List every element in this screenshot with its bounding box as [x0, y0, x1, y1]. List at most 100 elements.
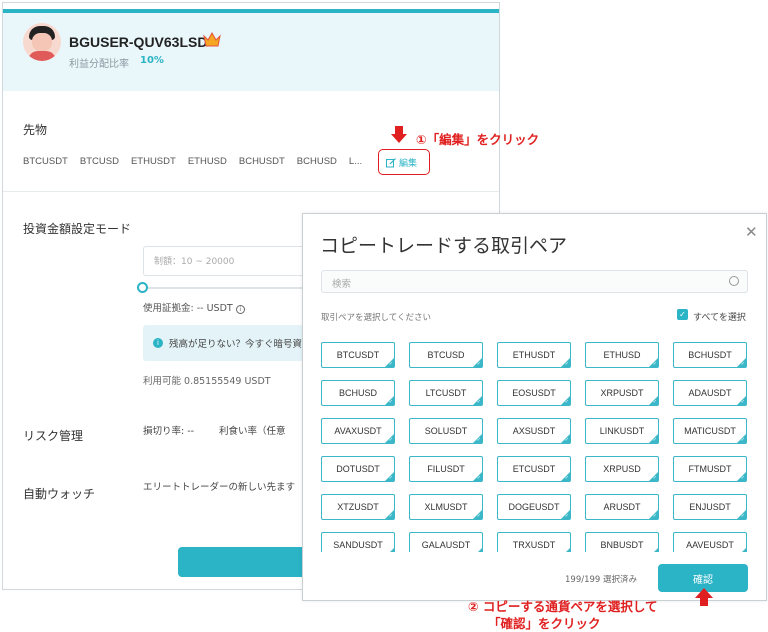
pair-option[interactable]: TRXUSDT ✓ — [497, 532, 571, 552]
check-icon: ✓ — [652, 361, 657, 367]
pair-grid: BTCUSDT ✓ BTCUSD ✓ ETHUSDT ✓ ETHUSD ✓ BCHUSDT ✓ BC… — [321, 342, 751, 552]
pair-option[interactable]: DOGEUSDT ✓ — [497, 494, 571, 520]
selected-pair: ETHUSDT — [130, 156, 176, 167]
pair-option[interactable]: FILUSDT ✓ — [409, 456, 483, 482]
section-divider — [3, 191, 499, 192]
check-icon: ✓ — [476, 399, 481, 405]
check-icon: ✓ — [653, 551, 657, 552]
check-icon: ✓ — [388, 437, 393, 443]
pair-option[interactable]: XRPUSD ✓ — [585, 456, 659, 482]
check-icon: ✓ — [477, 551, 481, 552]
avatar — [23, 23, 61, 61]
crown-badge-icon — [203, 32, 221, 47]
pair-option[interactable]: BCHUSD ✓ — [321, 380, 395, 406]
check-icon: ✓ — [476, 361, 481, 367]
info-icon: i — [235, 305, 245, 314]
pair-label: ETHUSD — [603, 350, 641, 360]
auto-watch-description: エリートトレーダーの新しい先ます — [143, 482, 296, 493]
pair-option[interactable]: BCHUSDT ✓ — [673, 342, 747, 368]
pair-option[interactable]: BNBUSDT ✓ — [585, 532, 659, 552]
pair-option[interactable]: EOSUSDT ✓ — [497, 380, 571, 406]
check-icon: ✓ — [740, 475, 745, 481]
pair-label: ETHUSDT — [512, 350, 556, 360]
pair-option[interactable]: SOLUSDT ✓ — [409, 418, 483, 444]
amount-slider-handle[interactable] — [137, 282, 148, 293]
pair-option[interactable]: AXSUSDT ✓ — [497, 418, 571, 444]
check-icon: ✓ — [388, 361, 393, 367]
username: BGUSER-QUV63LSD — [69, 34, 208, 50]
pair-label: BCHUSD — [338, 388, 377, 398]
check-icon: ✓ — [476, 437, 481, 443]
pair-label: LTCUSDT — [425, 388, 467, 398]
pair-label: BTCUSDT — [336, 350, 380, 360]
pair-label: FILUSDT — [427, 464, 465, 474]
check-icon: ✓ — [741, 551, 745, 552]
select-all-checkbox[interactable]: ✓ — [677, 309, 688, 320]
profit-share-label: 利益分配比率 — [69, 59, 129, 70]
pair-label: EOSUSDT — [512, 388, 556, 398]
selected-pair: ETHUSD — [187, 156, 227, 167]
pair-option[interactable]: ETHUSD ✓ — [585, 342, 659, 368]
selected-pair: BCHUSDT — [238, 156, 285, 167]
check-icon: ✓ — [652, 437, 657, 443]
pair-option[interactable]: ETCUSDT ✓ — [497, 456, 571, 482]
check-icon: ✓ — [476, 513, 481, 519]
modal-title: コピートレードする取引ペア — [320, 235, 568, 257]
pair-option[interactable]: ARUSDT ✓ — [585, 494, 659, 520]
pair-label: ADAUSDT — [688, 388, 732, 398]
pair-option[interactable]: XTZUSDT ✓ — [321, 494, 395, 520]
select-all-label[interactable]: すべてを選択 — [693, 310, 746, 323]
pair-option[interactable]: FTMUSDT ✓ — [673, 456, 747, 482]
pair-option[interactable]: AAVEUSDT ✓ — [673, 532, 747, 552]
pair-option[interactable]: DOTUSDT ✓ — [321, 456, 395, 482]
close-icon[interactable]: ✕ — [745, 223, 758, 241]
pair-label: FTMUSDT — [688, 464, 732, 474]
pair-label: AVAXUSDT — [334, 426, 382, 436]
take-profit-field[interactable]: 利食い率（任意 — [219, 423, 286, 437]
pair-label: XRPUSD — [603, 464, 641, 474]
check-icon: ✓ — [564, 361, 569, 367]
pair-option[interactable]: SANDUSDT ✓ — [321, 532, 395, 552]
pair-label: DOTUSDT — [336, 464, 380, 474]
pair-option[interactable]: XLMUSDT ✓ — [409, 494, 483, 520]
pair-option[interactable]: MATICUSDT ✓ — [673, 418, 747, 444]
pair-label: DOGEUSDT — [508, 502, 560, 512]
profit-share-value: 10% — [140, 55, 164, 66]
edit-pairs-button[interactable]: 編集 — [386, 156, 417, 169]
pair-option[interactable]: BTCUSDT ✓ — [321, 342, 395, 368]
investment-mode-label: 投資金額設定モード — [23, 222, 132, 236]
pair-label: TRXUSDT — [512, 540, 556, 550]
pair-option[interactable]: ENJUSDT ✓ — [673, 494, 747, 520]
pair-label: AXSUSDT — [512, 426, 556, 436]
check-icon: ✓ — [564, 399, 569, 405]
check-icon: ✓ — [740, 361, 745, 367]
margin-used-label: 使用証拠金: -- USDT i — [143, 300, 245, 314]
check-icon: ✓ — [565, 551, 569, 552]
annotation-step1: ①「編集」をクリック — [416, 132, 540, 147]
pair-option[interactable]: XRPUSDT ✓ — [585, 380, 659, 406]
pair-option[interactable]: ADAUSDT ✓ — [673, 380, 747, 406]
pair-label: ENJUSDT — [689, 502, 731, 512]
edit-label: 編集 — [399, 159, 418, 169]
pair-option[interactable]: LINKUSDT ✓ — [585, 418, 659, 444]
search-icon — [729, 276, 739, 286]
stop-loss-field[interactable]: 損切り率: -- — [143, 423, 194, 437]
pair-label: AAVEUSDT — [686, 540, 734, 550]
pair-label: ARUSDT — [603, 502, 641, 512]
check-icon: ✓ — [740, 399, 745, 405]
check-icon: ✓ — [740, 513, 745, 519]
selected-pair: BCHUSD — [296, 156, 337, 167]
pair-option[interactable]: ETHUSDT ✓ — [497, 342, 571, 368]
check-icon: ✓ — [388, 399, 393, 405]
trading-pairs-modal: コピートレードする取引ペア ✕ 検索 取引ペアを選択してください ✓ すべてを選… — [302, 213, 767, 601]
check-icon: ✓ — [388, 475, 393, 481]
pair-option[interactable]: BTCUSD ✓ — [409, 342, 483, 368]
pair-option[interactable]: LTCUSDT ✓ — [409, 380, 483, 406]
pair-option[interactable]: AVAXUSDT ✓ — [321, 418, 395, 444]
pair-option[interactable]: GALAUSDT ✓ — [409, 532, 483, 552]
risk-management-label: リスク管理 — [23, 429, 84, 443]
pair-label: MATICUSDT — [684, 426, 736, 436]
available-balance: 利用可能 0.85155549 USDT — [143, 376, 271, 387]
search-input[interactable]: 検索 — [321, 270, 748, 293]
annotation-step2-line2: 「確認」をクリック — [488, 616, 601, 631]
